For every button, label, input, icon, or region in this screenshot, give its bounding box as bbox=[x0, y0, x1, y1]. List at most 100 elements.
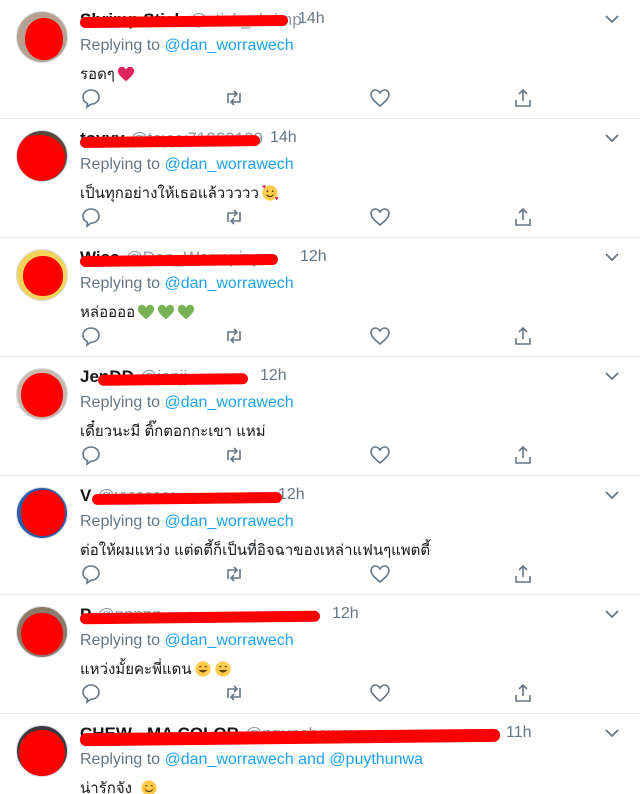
tweet-item[interactable]: Shrimp Stick@stick_shrimp 14h Replying t… bbox=[0, 0, 640, 119]
tweet-actions bbox=[80, 325, 540, 347]
like-icon[interactable] bbox=[369, 325, 391, 347]
replying-to-line: Replying to @dan_worrawech bbox=[80, 275, 294, 292]
like-icon[interactable] bbox=[369, 682, 391, 704]
tweet-header: JenDD@jenjj 12h bbox=[80, 367, 600, 389]
chevron-down-icon[interactable] bbox=[604, 12, 620, 26]
tweet-header: P@ppppp 12h bbox=[79, 605, 600, 627]
reply-icon[interactable] bbox=[80, 682, 102, 704]
red-heart-icon bbox=[117, 66, 134, 82]
like-icon[interactable] bbox=[369, 563, 391, 585]
tweet-time[interactable]: 14h bbox=[270, 129, 297, 147]
tweet-time[interactable]: 12h bbox=[332, 605, 359, 623]
retweet-icon[interactable] bbox=[223, 682, 245, 704]
reply-icon[interactable] bbox=[80, 563, 102, 585]
tweet-item[interactable]: CHEW - MA COLOR@ngunchewma 11h Replying … bbox=[0, 714, 640, 794]
tweet-text: เดี๋ยวนะมี ติ๊กตอกกะเขา แหม่ bbox=[80, 423, 266, 440]
retweet-icon[interactable] bbox=[223, 563, 245, 585]
avatar[interactable] bbox=[16, 368, 70, 422]
tweet-actions bbox=[80, 563, 540, 585]
redaction-mark bbox=[79, 14, 289, 29]
retweet-icon[interactable] bbox=[223, 325, 245, 347]
tweet-item[interactable]: toyyy@toyyy71060109 14h Replying to @dan… bbox=[0, 119, 640, 238]
share-icon[interactable] bbox=[512, 444, 534, 466]
reply-icon[interactable] bbox=[80, 444, 102, 466]
reply-icon[interactable] bbox=[80, 325, 102, 347]
reply-feed: Shrimp Stick@stick_shrimp 14h Replying t… bbox=[0, 0, 640, 794]
replying-to-line: Replying to @dan_worrawech bbox=[80, 632, 294, 649]
mention-link[interactable]: @puythunwa bbox=[329, 751, 423, 768]
avatar[interactable] bbox=[16, 11, 70, 65]
tweet-time[interactable]: 14h bbox=[298, 10, 325, 28]
tweet-actions bbox=[80, 444, 540, 466]
share-icon[interactable] bbox=[512, 325, 534, 347]
smiling-face-with-hearts-icon bbox=[262, 185, 279, 201]
share-icon[interactable] bbox=[512, 682, 534, 704]
retweet-icon[interactable] bbox=[223, 87, 245, 109]
mention-link[interactable]: @dan_worrawech bbox=[165, 751, 294, 768]
chevron-down-icon[interactable] bbox=[604, 131, 620, 145]
grinning-face-icon bbox=[194, 661, 211, 677]
share-icon[interactable] bbox=[512, 87, 534, 109]
tweet-time[interactable]: 11h bbox=[506, 724, 532, 742]
tweet-text: น่ารักจัง bbox=[80, 776, 158, 794]
tweet-header: Shrimp Stick@stick_shrimp 14h bbox=[79, 10, 600, 32]
like-icon[interactable] bbox=[369, 87, 391, 109]
tweet-text: รอดๆ bbox=[80, 62, 135, 86]
tweet-item[interactable]: Wiss@Dan_Worrapinya 12h Replying to @dan… bbox=[0, 238, 640, 357]
replying-to-line: Replying to @dan_worrawech bbox=[80, 394, 294, 411]
tweet-text: แหว่งมั้ยคะพี่แดน bbox=[80, 657, 232, 681]
mention-link[interactable]: @dan_worrawech bbox=[165, 513, 294, 530]
avatar[interactable] bbox=[16, 249, 70, 303]
redaction-mark bbox=[91, 492, 283, 505]
tweet-item[interactable]: P@ppppp 12h Replying to @dan_worrawech แ… bbox=[0, 595, 640, 714]
tweet-text: ต่อให้ผมแหว่ง แต่ดตี้ก็เป็นที่อิจฉาของเห… bbox=[80, 542, 431, 559]
tweet-header: CHEW - MA COLOR@ngunchewma 11h bbox=[79, 724, 600, 747]
avatar[interactable] bbox=[16, 606, 70, 660]
chevron-down-icon[interactable] bbox=[604, 250, 620, 264]
tweet-actions bbox=[80, 682, 540, 704]
tweet-actions bbox=[80, 206, 540, 228]
replying-to-line: Replying to @dan_worrawech bbox=[80, 37, 294, 54]
retweet-icon[interactable] bbox=[223, 206, 245, 228]
tweet-item[interactable]: JenDD@jenjj 12h Replying to @dan_worrawe… bbox=[0, 357, 640, 476]
retweet-icon[interactable] bbox=[223, 444, 245, 466]
mention-link[interactable]: @dan_worrawech bbox=[165, 632, 294, 649]
grinning-face-icon bbox=[214, 661, 231, 677]
share-icon[interactable] bbox=[512, 563, 534, 585]
tweet-text: เป็นทุกอย่างให้เธอแล้ววววว bbox=[80, 181, 279, 205]
reply-icon[interactable] bbox=[80, 87, 102, 109]
like-icon[interactable] bbox=[369, 206, 391, 228]
smiling-face-icon bbox=[141, 780, 157, 794]
like-icon[interactable] bbox=[369, 444, 391, 466]
tweet-time[interactable]: 12h bbox=[260, 367, 287, 385]
avatar[interactable] bbox=[16, 725, 70, 779]
mention-link[interactable]: @dan_worrawech bbox=[165, 275, 294, 292]
tweet-header: toyyy@toyyy71060109 14h bbox=[79, 129, 600, 151]
tweet-time[interactable]: 12h bbox=[278, 486, 305, 504]
tweet-header: V@vvvvvvv 12h bbox=[80, 486, 600, 508]
mention-link[interactable]: @dan_worrawech bbox=[165, 37, 294, 54]
tweet-actions bbox=[80, 87, 540, 109]
avatar[interactable] bbox=[16, 130, 70, 184]
replying-to-line: Replying to @dan_worrawech bbox=[80, 513, 294, 530]
avatar[interactable] bbox=[16, 487, 70, 541]
redaction-mark bbox=[79, 253, 279, 268]
display-name[interactable]: V bbox=[80, 486, 91, 505]
green-heart-icon bbox=[158, 304, 175, 320]
tweet-header: Wiss@Dan_Worrapinya 12h bbox=[79, 248, 600, 270]
mention-link[interactable]: @dan_worrawech bbox=[165, 156, 294, 173]
share-icon[interactable] bbox=[512, 206, 534, 228]
replying-to-line: Replying to @dan_worrawech and @puythunw… bbox=[80, 751, 423, 768]
mention-link[interactable]: @dan_worrawech bbox=[165, 394, 294, 411]
tweet-time[interactable]: 12h bbox=[300, 248, 327, 266]
tweet-item[interactable]: V@vvvvvvv 12h Replying to @dan_worrawech… bbox=[0, 476, 640, 595]
chevron-down-icon[interactable] bbox=[604, 726, 620, 740]
green-heart-icon bbox=[138, 304, 155, 320]
green-heart-icon bbox=[178, 304, 195, 320]
chevron-down-icon[interactable] bbox=[604, 607, 620, 621]
redaction-mark bbox=[79, 135, 261, 148]
chevron-down-icon[interactable] bbox=[604, 369, 620, 383]
chevron-down-icon[interactable] bbox=[604, 488, 620, 502]
reply-icon[interactable] bbox=[80, 206, 102, 228]
redaction-mark bbox=[79, 610, 321, 625]
